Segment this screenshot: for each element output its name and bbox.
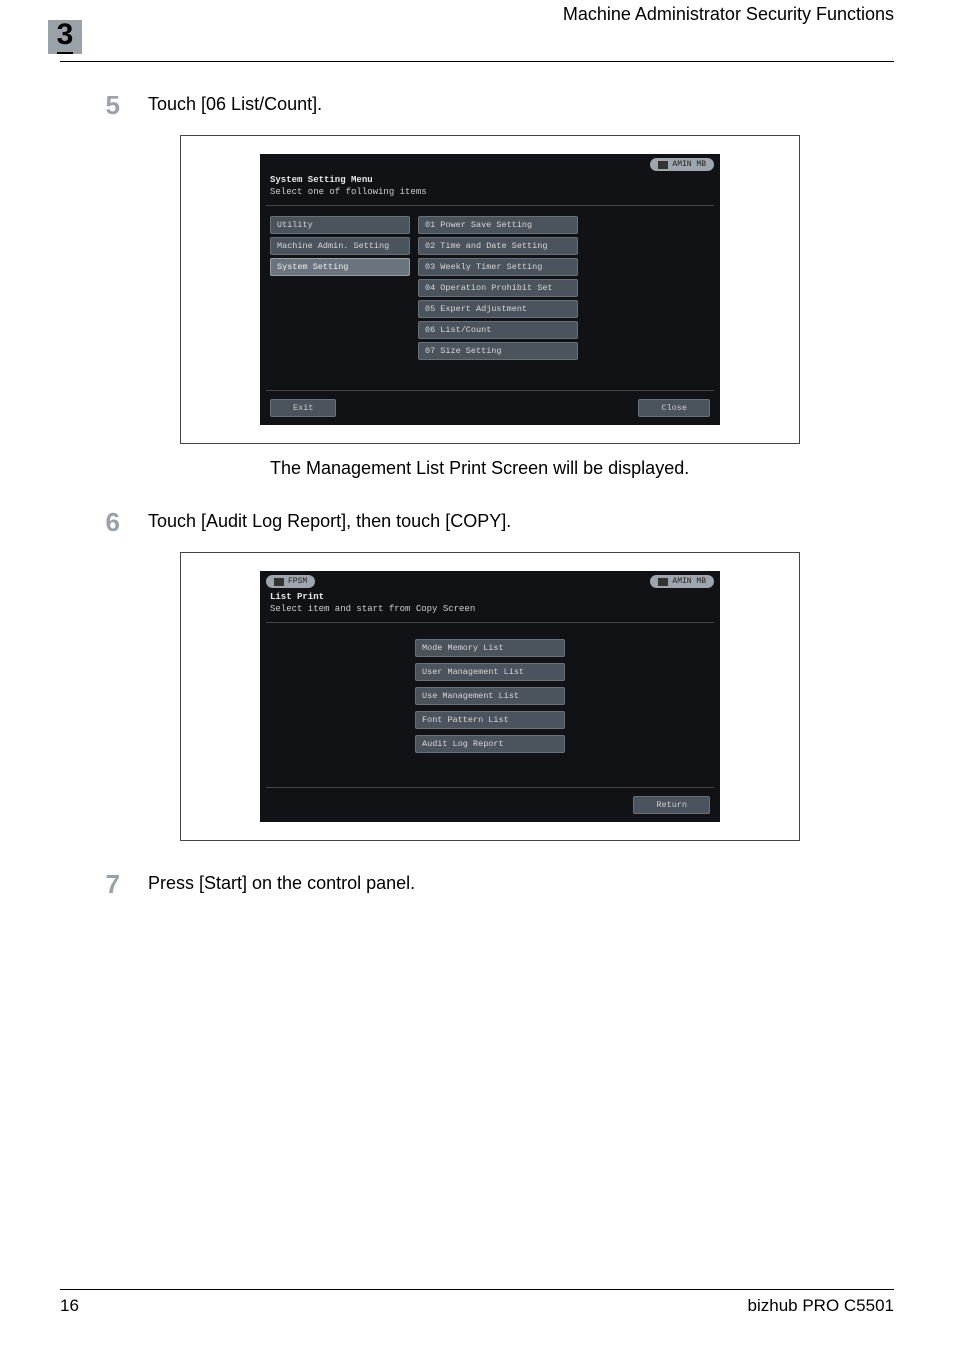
screen2-title: List Print xyxy=(260,588,720,604)
screen1-footer: Exit Close xyxy=(260,393,720,425)
screen2-footer: Return xyxy=(260,790,720,822)
chapter-number: 3 xyxy=(57,20,74,54)
screen1-right-item-06[interactable]: 06 List/Count xyxy=(418,321,578,339)
label: 05 Expert Adjustment xyxy=(425,304,527,314)
screenshot-2: FPSM AMIN MB List Print Select item and … xyxy=(260,571,720,822)
screen2-separator xyxy=(266,622,714,623)
product-name: bizhub PRO C5501 xyxy=(748,1296,894,1316)
step-5: 5 Touch [06 List/Count]. xyxy=(60,90,894,121)
label: User Management List xyxy=(422,667,524,677)
badge-icon xyxy=(658,578,668,586)
label: Close xyxy=(661,403,687,413)
screenshot-1-frame: AMIN MB System Setting Menu Select one o… xyxy=(180,135,800,444)
screen2-right-badge[interactable]: AMIN MB xyxy=(650,575,714,588)
badge-icon xyxy=(274,578,284,586)
screenshot-1: AMIN MB System Setting Menu Select one o… xyxy=(260,154,720,425)
step-5-text: Touch [06 List/Count]. xyxy=(148,90,322,115)
step-5-number: 5 xyxy=(60,90,120,121)
label: Exit xyxy=(293,403,313,413)
screen1-right-column: 01 Power Save Setting 02 Time and Date S… xyxy=(418,216,578,360)
label: 02 Time and Date Setting xyxy=(425,241,547,251)
label: 04 Operation Prohibit Set xyxy=(425,283,553,293)
screen2-left-badge-label: FPSM xyxy=(288,577,307,586)
step-7-number: 7 xyxy=(60,869,120,900)
badge-icon xyxy=(658,161,668,169)
screen1-left-item-machine-admin[interactable]: Machine Admin. Setting xyxy=(270,237,410,255)
screen1-right-item-05[interactable]: 05 Expert Adjustment xyxy=(418,300,578,318)
label: 01 Power Save Setting xyxy=(425,220,532,230)
step-6: 6 Touch [Audit Log Report], then touch [… xyxy=(60,507,894,538)
label: Audit Log Report xyxy=(422,739,504,749)
screen1-footer-separator xyxy=(266,390,714,391)
screen1-body: Utility Machine Admin. Setting System Se… xyxy=(260,208,720,388)
header-rule xyxy=(60,61,894,62)
screen2-subtitle: Select item and start from Copy Screen xyxy=(260,604,720,620)
screen1-left-item-system-setting[interactable]: System Setting xyxy=(270,258,410,276)
label: System Setting xyxy=(277,262,348,272)
screen1-right-item-03[interactable]: 03 Weekly Timer Setting xyxy=(418,258,578,276)
page-footer: 16 bizhub PRO C5501 xyxy=(60,1289,894,1316)
step-7: 7 Press [Start] on the control panel. xyxy=(60,869,894,900)
label: Machine Admin. Setting xyxy=(277,241,389,251)
label: Use Management List xyxy=(422,691,519,701)
screen1-subtitle: Select one of following items xyxy=(260,187,720,203)
page-number: 16 xyxy=(60,1296,79,1316)
header-title: Machine Administrator Security Functions xyxy=(563,0,894,25)
screen2-item-mode-memory[interactable]: Mode Memory List xyxy=(415,639,565,657)
label: 03 Weekly Timer Setting xyxy=(425,262,542,272)
label: 07 Size Setting xyxy=(425,346,502,356)
step-7-text: Press [Start] on the control panel. xyxy=(148,869,415,894)
screen2-item-use-mgmt[interactable]: Use Management List xyxy=(415,687,565,705)
screen1-right-item-07[interactable]: 07 Size Setting xyxy=(418,342,578,360)
chapter-number-box: 3 xyxy=(48,20,82,54)
screen2-footer-separator xyxy=(266,787,714,788)
step-6-text: Touch [Audit Log Report], then touch [CO… xyxy=(148,507,511,532)
after-screen1-text: The Management List Print Screen will be… xyxy=(270,458,894,479)
screen2-item-font-pattern[interactable]: Font Pattern List xyxy=(415,711,565,729)
screen2-right-badge-label: AMIN MB xyxy=(672,577,706,586)
label: Font Pattern List xyxy=(422,715,509,725)
screen1-header: AMIN MB xyxy=(260,154,720,171)
screen1-right-item-01[interactable]: 01 Power Save Setting xyxy=(418,216,578,234)
screen1-separator xyxy=(266,205,714,206)
screen1-title: System Setting Menu xyxy=(260,171,720,187)
screen2-return-button[interactable]: Return xyxy=(633,796,710,814)
label: Utility xyxy=(277,220,313,230)
step-6-number: 6 xyxy=(60,507,120,538)
screenshot-2-frame: FPSM AMIN MB List Print Select item and … xyxy=(180,552,800,841)
screen2-item-audit-log[interactable]: Audit Log Report xyxy=(415,735,565,753)
screen1-exit-button[interactable]: Exit xyxy=(270,399,336,417)
screen1-right-item-04[interactable]: 04 Operation Prohibit Set xyxy=(418,279,578,297)
screen2-item-user-mgmt[interactable]: User Management List xyxy=(415,663,565,681)
screen1-right-item-02[interactable]: 02 Time and Date Setting xyxy=(418,237,578,255)
screen2-center-column: Mode Memory List User Management List Us… xyxy=(270,633,710,757)
screen2-header: FPSM AMIN MB xyxy=(260,571,720,588)
screen2-left-badge[interactable]: FPSM xyxy=(266,575,315,588)
label: Return xyxy=(656,800,687,810)
screen1-right-badge-label: AMIN MB xyxy=(672,160,706,169)
label: 06 List/Count xyxy=(425,325,491,335)
screen1-left-column: Utility Machine Admin. Setting System Se… xyxy=(270,216,410,360)
screen2-body: Mode Memory List User Management List Us… xyxy=(260,625,720,785)
screen1-right-badge[interactable]: AMIN MB xyxy=(650,158,714,171)
label: Mode Memory List xyxy=(422,643,504,653)
screen1-close-button[interactable]: Close xyxy=(638,399,710,417)
screen1-left-item-utility[interactable]: Utility xyxy=(270,216,410,234)
